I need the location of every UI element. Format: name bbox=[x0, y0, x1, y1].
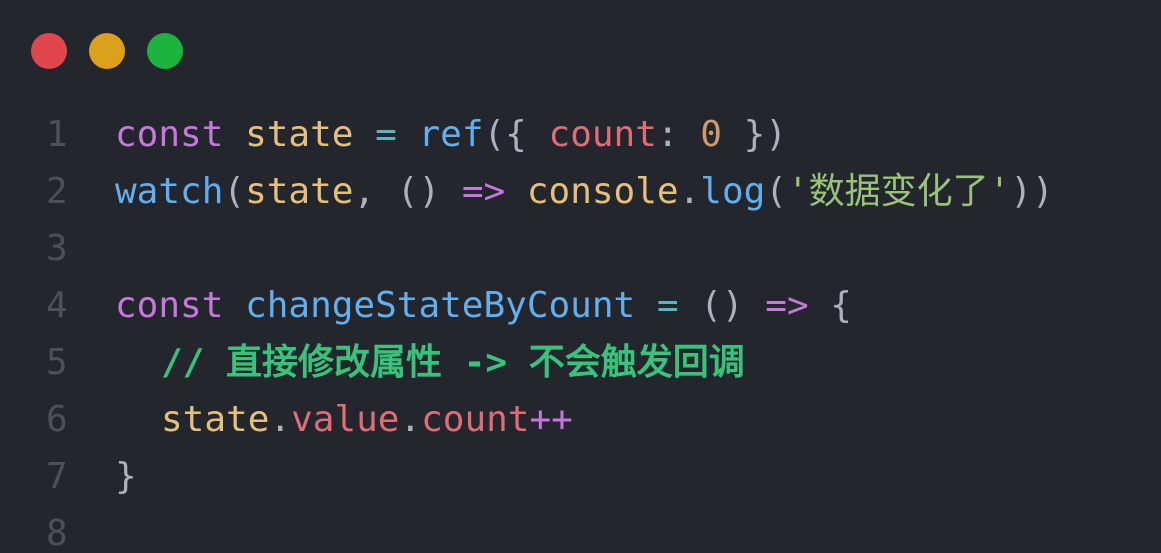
token-punct: }) bbox=[721, 114, 787, 155]
token-punct bbox=[223, 285, 245, 326]
token-function: ref bbox=[418, 114, 484, 155]
line-source: // 直接修改属性 -> 不会触发回调 bbox=[115, 334, 745, 391]
line-number: 7 bbox=[46, 456, 68, 497]
code-line: 3 bbox=[0, 220, 1161, 277]
line-number: 6 bbox=[46, 399, 68, 440]
token-punct: . bbox=[678, 171, 701, 212]
token-property: count bbox=[421, 399, 530, 440]
code-line: 5 // 直接修改属性 -> 不会触发回调 bbox=[0, 334, 1161, 391]
token-punct bbox=[223, 114, 245, 155]
line-number: 2 bbox=[46, 171, 68, 212]
token-punct: )) bbox=[1010, 171, 1054, 212]
token-punct bbox=[505, 171, 527, 212]
token-function: watch bbox=[115, 171, 224, 212]
line-source: const state = ref({ count: 0 }) bbox=[115, 106, 787, 163]
code-line: 4 const changeStateByCount = () => { bbox=[0, 277, 1161, 334]
token-keyword: const bbox=[115, 285, 224, 326]
line-number: 5 bbox=[46, 342, 68, 383]
token-punct: . bbox=[399, 399, 422, 440]
token-punct: : bbox=[656, 114, 701, 155]
line-source: watch(state, () => console.log('数据变化了')) bbox=[115, 163, 1054, 220]
token-variable: state bbox=[245, 171, 354, 212]
token-string: '数据变化了' bbox=[786, 171, 1011, 212]
line-number: 1 bbox=[46, 114, 68, 155]
token-punct: ({ bbox=[483, 114, 549, 155]
token-punct: ( bbox=[223, 171, 246, 212]
token-function: changeStateByCount bbox=[245, 285, 636, 326]
token-punct: () bbox=[700, 285, 766, 326]
token-variable: state bbox=[161, 399, 270, 440]
window-controls bbox=[31, 33, 183, 69]
token-keyword: const bbox=[115, 114, 224, 155]
token-operator: => bbox=[461, 171, 506, 212]
close-button[interactable] bbox=[31, 33, 67, 69]
line-source: const changeStateByCount = () => { bbox=[115, 277, 852, 334]
token-function: log bbox=[700, 171, 766, 212]
code-line: 1 const state = ref({ count: 0 }) bbox=[0, 106, 1161, 163]
code-line: 8 bbox=[0, 505, 1161, 553]
token-property: value bbox=[291, 399, 400, 440]
line-number: 3 bbox=[46, 228, 68, 269]
token-comment: // 直接修改属性 -> 不会触发回调 bbox=[161, 342, 745, 383]
code-line: 6 state.value.count++ bbox=[0, 391, 1161, 448]
token-variable: state bbox=[245, 114, 354, 155]
line-source: state.value.count++ bbox=[115, 391, 573, 448]
code-line: 2 watch(state, () => console.log('数据变化了')… bbox=[0, 163, 1161, 220]
token-cyanop: = bbox=[635, 285, 701, 326]
token-punct: . bbox=[269, 399, 292, 440]
line-source: } bbox=[115, 448, 137, 505]
line-number: 4 bbox=[46, 285, 68, 326]
line-number: 8 bbox=[46, 513, 68, 553]
token-operator: ++ bbox=[529, 399, 573, 440]
minimize-button[interactable] bbox=[89, 33, 125, 69]
token-punct: , () bbox=[353, 171, 462, 212]
maximize-button[interactable] bbox=[147, 33, 183, 69]
code-window: 1 const state = ref({ count: 0 }) 2 watch(s… bbox=[0, 0, 1161, 553]
token-punct: } bbox=[115, 456, 137, 497]
token-cyanop: = bbox=[353, 114, 419, 155]
token-number: 0 bbox=[700, 114, 722, 155]
token-operator: => bbox=[765, 285, 809, 326]
token-variable: console bbox=[526, 171, 679, 212]
token-punct: { bbox=[808, 285, 852, 326]
token-punct: ( bbox=[765, 171, 787, 212]
code-line: 7} bbox=[0, 448, 1161, 505]
token-property: count bbox=[548, 114, 657, 155]
code-editor: 1 const state = ref({ count: 0 }) 2 watch(s… bbox=[0, 106, 1161, 553]
